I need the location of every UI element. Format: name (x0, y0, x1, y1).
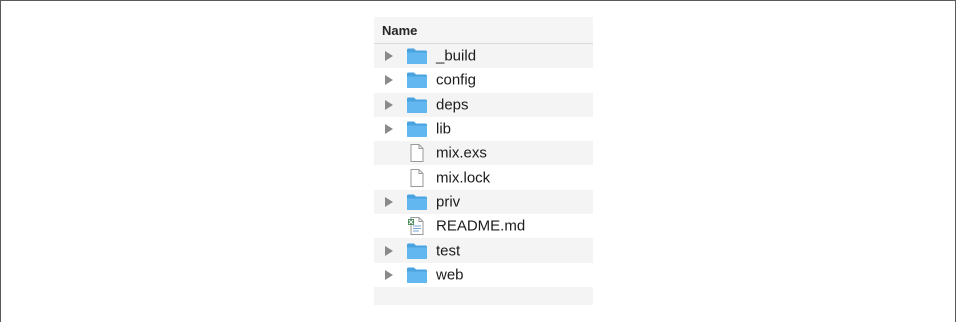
list-item[interactable]: lib (374, 117, 593, 141)
list-item-label: config (436, 71, 477, 89)
list-item[interactable]: _build (374, 44, 593, 69)
list-item[interactable]: deps (374, 92, 593, 117)
disclosure-triangle-icon[interactable] (385, 196, 393, 207)
empty-row (374, 286, 593, 305)
finder-list-view: Name _buildconfig deps lib mix.exs mix.lock p… (374, 17, 593, 305)
column-header-name[interactable]: Name (374, 17, 593, 44)
list-item[interactable]: web (374, 263, 593, 287)
disclosure-triangle-icon[interactable] (385, 245, 393, 256)
list-item-label: web (436, 266, 464, 284)
list-item-label: mix.exs (436, 144, 487, 162)
list-item[interactable]: mix.exs (374, 141, 593, 166)
folder-icon (406, 71, 428, 89)
folder-icon (406, 242, 428, 260)
document-icon (406, 144, 428, 163)
markdown-document-icon (406, 217, 428, 236)
list-item-label: test (436, 242, 461, 260)
list-item-label: README.md (436, 217, 526, 235)
disclosure-triangle-icon[interactable] (385, 269, 393, 280)
list-item[interactable]: config (374, 68, 593, 92)
folder-icon (406, 193, 428, 211)
list-item[interactable]: README.md (374, 214, 593, 238)
folder-icon (406, 47, 428, 65)
list-item-label: priv (436, 193, 461, 211)
column-header-label: Name (382, 22, 418, 38)
document-icon (406, 168, 428, 187)
file-list: _buildconfig deps lib mix.exs mix.lock priv RE… (374, 44, 593, 305)
list-item-label: _build (436, 47, 477, 65)
list-item[interactable]: priv (374, 189, 593, 215)
disclosure-triangle-icon[interactable] (385, 51, 393, 62)
folder-icon (406, 266, 428, 284)
list-item[interactable]: test (374, 238, 593, 263)
list-item-label: deps (436, 96, 469, 114)
list-item[interactable]: mix.lock (374, 165, 593, 189)
folder-icon (406, 120, 428, 138)
disclosure-triangle-icon[interactable] (385, 99, 393, 110)
folder-icon (406, 96, 428, 114)
list-item-label: lib (436, 120, 452, 138)
disclosure-triangle-icon[interactable] (385, 124, 393, 135)
list-item-label: mix.lock (436, 169, 491, 187)
disclosure-triangle-icon[interactable] (385, 75, 393, 86)
